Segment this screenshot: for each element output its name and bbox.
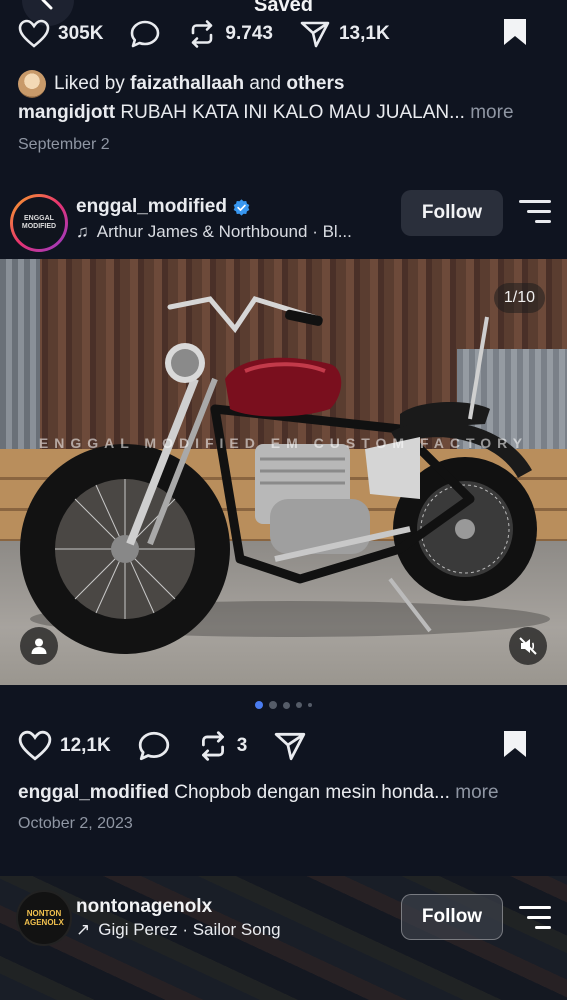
verified-badge-icon bbox=[233, 198, 250, 216]
liked-by-row: Liked by faizathallaah and others bbox=[18, 70, 344, 98]
prev-repost-button[interactable]: 9.743 bbox=[187, 19, 273, 49]
next-post-music[interactable]: ↗ Gigi Perez · Sailor Song bbox=[76, 920, 281, 940]
comment-icon bbox=[138, 731, 169, 761]
post-username[interactable]: enggal_modified bbox=[76, 196, 227, 218]
carousel-dot bbox=[269, 701, 277, 709]
heart-icon bbox=[18, 19, 50, 48]
next-post-music-text: Gigi Perez · Sailor Song bbox=[98, 920, 281, 939]
prev-caption-text: RUBAH KATA INI KALO MAU JUALAN... bbox=[120, 102, 465, 123]
repost-button[interactable]: 3 bbox=[197, 730, 248, 762]
follow-button[interactable]: Follow bbox=[401, 190, 503, 236]
more-link[interactable]: more bbox=[455, 782, 498, 803]
mute-button[interactable] bbox=[509, 627, 547, 665]
caption-user[interactable]: enggal_modified bbox=[18, 782, 169, 803]
post-avatar-logo: ENGGAL MODIFIED bbox=[13, 197, 65, 249]
next-more-options-icon[interactable] bbox=[519, 906, 551, 932]
prev-bookmark-button[interactable] bbox=[501, 17, 529, 52]
liked-by-avatar[interactable] bbox=[18, 70, 46, 98]
bookmark-filled-icon bbox=[504, 730, 526, 757]
bookmark-filled-icon bbox=[504, 18, 526, 45]
next-follow-button[interactable]: Follow bbox=[401, 894, 503, 940]
next-post-avatar[interactable]: NONTON AGENOLX bbox=[16, 890, 72, 946]
post-music[interactable]: ♫ Arthur James & Northbound · Bl... bbox=[76, 222, 352, 242]
arrow-up-right-icon: ↗ bbox=[76, 920, 91, 939]
comment-icon bbox=[131, 20, 160, 48]
post-image[interactable]: ENGGAL MODIFIED EM CUSTOM FACTORY 1/10 bbox=[0, 259, 567, 685]
send-icon bbox=[275, 732, 306, 761]
tagged-users-button[interactable] bbox=[20, 627, 58, 665]
image-watermark: ENGGAL MODIFIED EM CUSTOM FACTORY bbox=[38, 435, 529, 451]
liked-by-user[interactable]: faizathallaah bbox=[130, 73, 244, 95]
prev-caption: mangidjott RUBAH KATA INI KALO MAU JUALA… bbox=[18, 102, 558, 124]
carousel-dot-active bbox=[255, 701, 263, 709]
top-bar: Saved bbox=[0, 0, 567, 26]
post-music-text: Arthur James & Northbound · Bl... bbox=[96, 222, 352, 241]
carousel-dot bbox=[308, 703, 312, 707]
prev-post-actions: 305K 9.743 13,1K bbox=[18, 16, 549, 52]
bookmark-button[interactable] bbox=[501, 728, 529, 765]
comment-button[interactable] bbox=[137, 730, 171, 762]
like-count: 12,1K bbox=[60, 735, 111, 756]
caption-text: Chopbob dengan mesin honda... bbox=[174, 782, 450, 803]
next-post-username[interactable]: nontonagenolx bbox=[76, 896, 212, 918]
prev-repost-count: 9.743 bbox=[225, 23, 273, 44]
post-username-row[interactable]: enggal_modified bbox=[76, 196, 250, 218]
post-header: ENGGAL MODIFIED enggal_modified ♫ Arthur… bbox=[0, 190, 567, 260]
liked-by-and: and bbox=[249, 73, 282, 94]
post-caption: enggal_modified Chopbob dengan mesin hon… bbox=[18, 782, 558, 804]
prev-post-date: September 2 bbox=[18, 136, 110, 153]
prev-share-count: 13,1K bbox=[338, 23, 390, 44]
like-button[interactable]: 12,1K bbox=[18, 730, 111, 762]
liked-by-others[interactable]: others bbox=[286, 73, 344, 95]
repost-count: 3 bbox=[236, 735, 248, 756]
repost-icon bbox=[192, 20, 213, 48]
prev-comment-button[interactable] bbox=[129, 19, 161, 49]
carousel-dot bbox=[283, 701, 290, 709]
send-icon bbox=[300, 21, 330, 48]
post-avatar[interactable]: ENGGAL MODIFIED bbox=[10, 194, 68, 252]
liked-by-prefix: Liked by bbox=[54, 73, 125, 94]
carousel-dot bbox=[296, 702, 302, 708]
next-post-header: NONTON AGENOLX nontonagenolx ↗ Gigi Pere… bbox=[0, 876, 567, 1000]
heart-icon bbox=[18, 730, 52, 761]
page-title: Saved bbox=[254, 0, 313, 16]
repost-icon bbox=[201, 731, 224, 761]
image-counter: 1/10 bbox=[493, 283, 545, 313]
prev-more-link[interactable]: more bbox=[470, 102, 513, 123]
post-actions: 12,1K 3 bbox=[18, 728, 549, 764]
share-button[interactable] bbox=[273, 730, 307, 762]
post-date: October 2, 2023 bbox=[18, 815, 133, 832]
music-note-icon: ♫ bbox=[76, 222, 89, 241]
person-icon bbox=[31, 638, 47, 654]
prev-share-button[interactable]: 13,1K bbox=[299, 19, 390, 49]
motorcycle-illustration bbox=[20, 296, 550, 654]
more-options-icon[interactable] bbox=[519, 200, 551, 226]
prev-caption-user[interactable]: mangidjott bbox=[18, 102, 115, 123]
prev-like-count: 305K bbox=[58, 23, 104, 44]
next-post-avatar-logo: NONTON AGENOLX bbox=[24, 909, 64, 927]
carousel-indicator bbox=[0, 701, 567, 709]
speaker-muted-icon bbox=[519, 637, 537, 655]
prev-like-button[interactable]: 305K bbox=[18, 19, 103, 49]
